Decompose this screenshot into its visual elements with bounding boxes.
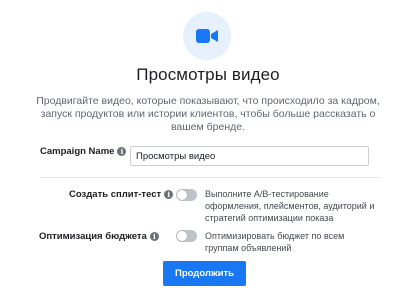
split-test-label: Создать сплит-тест i: [69, 189, 174, 200]
page-title: Просмотры видео: [136, 65, 280, 84]
video-icon-badge: [183, 12, 231, 60]
campaign-name-label: Campaign Name i: [40, 146, 127, 157]
continue-button[interactable]: Продолжить: [163, 261, 246, 286]
campaign-name-input[interactable]: Просмотры видео: [130, 146, 369, 166]
split-test-help: Выполните A/B-тестирование оформления, п…: [205, 189, 375, 223]
campaign-name-value: Просмотры видео: [136, 150, 216, 162]
budget-optimization-label: Оптимизация бюджета i: [39, 231, 159, 242]
budget-optimization-label-text: Оптимизация бюджета: [39, 231, 147, 242]
divider: [40, 177, 380, 178]
campaign-name-label-text: Campaign Name: [40, 146, 115, 157]
info-icon[interactable]: i: [164, 190, 174, 199]
page-description: Продвигайте видео, которые показывают, ч…: [36, 95, 380, 133]
info-icon[interactable]: i: [149, 232, 159, 241]
budget-optimization-toggle[interactable]: [176, 230, 197, 242]
split-test-label-text: Создать сплит-тест: [69, 189, 162, 200]
budget-optimization-help: Оптимизировать бюджет по всем группам об…: [205, 231, 345, 253]
toggle-knob: [177, 190, 187, 200]
split-test-toggle[interactable]: [176, 189, 197, 201]
video-camera-icon: [196, 29, 218, 43]
toggle-knob: [177, 231, 187, 241]
campaign-name-row: Campaign Name i: [40, 146, 127, 157]
info-icon[interactable]: i: [117, 147, 127, 156]
